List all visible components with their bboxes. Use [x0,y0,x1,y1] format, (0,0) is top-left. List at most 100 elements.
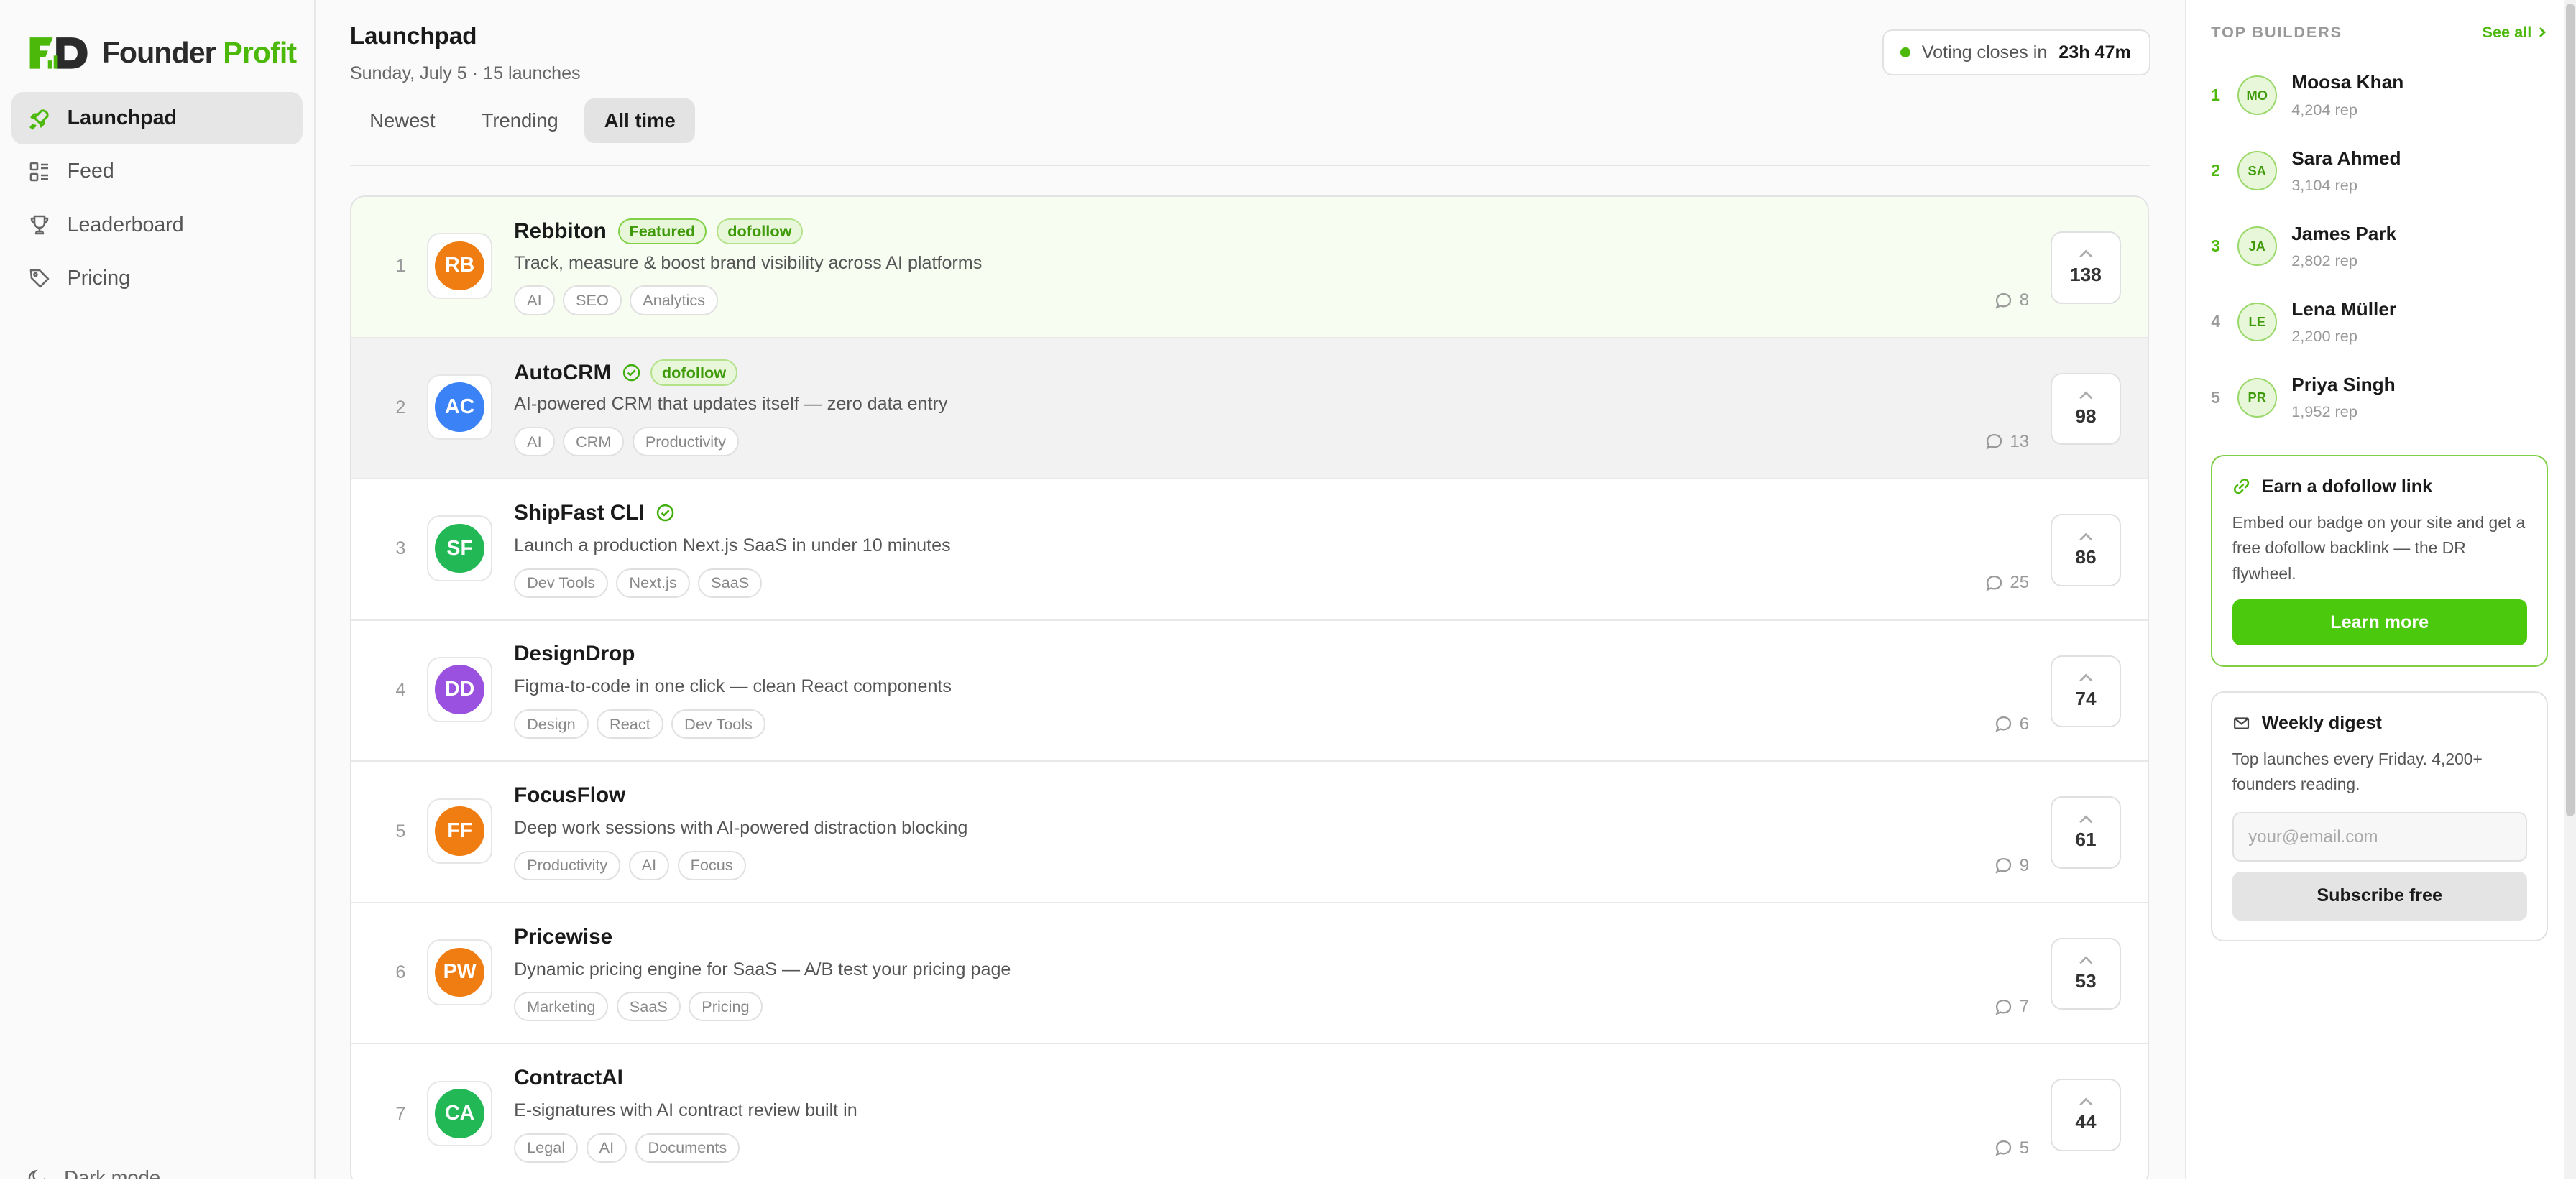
product-tag[interactable]: React [597,709,663,739]
product-name[interactable]: ShipFast CLI [514,501,645,525]
header-divider [349,164,2150,166]
product-row[interactable]: 1 RB Rebbiton Featured dofollow Track, mea… [351,196,2148,338]
builder-item[interactable]: 5 PR Priya Singh 1,952 rep [2211,360,2548,435]
tab-all-time[interactable]: All time [584,98,696,143]
dark-mode-toggle[interactable]: Dark mode [27,1166,160,1180]
tab-trending[interactable]: Trending [461,98,578,143]
sidebar: Founder Profit Launchpad Feed Leaderboar… [0,0,316,1180]
sidebar-item-leaderboard[interactable]: Leaderboard [12,199,303,252]
product-name[interactable]: AutoCRM [514,361,611,385]
sidebar-item-label: Leaderboard [67,213,184,236]
product-logo[interactable]: SF [426,515,493,581]
email-input[interactable] [2232,812,2527,862]
product-tag[interactable]: AI [628,850,670,880]
product-name[interactable]: Rebbiton [514,219,607,244]
product-tag[interactable]: AI [514,426,555,457]
builder-name[interactable]: Sara Ahmed [2291,147,2401,170]
builder-rank: 2 [2211,161,2220,180]
upvote-button[interactable]: 61 [2050,796,2122,869]
product-row[interactable]: 6 PW Pricewise Dynamic pricing engine fo… [351,903,2148,1045]
scrollbar-thumb[interactable] [2566,3,2575,816]
comments-count[interactable]: 25 [1985,573,2029,593]
comments-count[interactable]: 13 [1985,432,2029,452]
builder-name[interactable]: James Park [2291,223,2396,245]
product-name[interactable]: ContractAI [514,1066,623,1090]
product-tag[interactable]: AI [514,285,555,315]
product-tag[interactable]: Focus [677,850,746,880]
sidebar-item-pricing[interactable]: Pricing [12,252,303,305]
builder-item[interactable]: 4 LE Lena Müller 2,200 rep [2211,284,2548,359]
product-tag[interactable]: SaaS [616,992,681,1022]
comments-count[interactable]: 9 [1995,856,2029,876]
builder-info: Moosa Khan 4,204 rep [2291,71,2404,119]
builder-item[interactable]: 3 JA James Park 2,802 rep [2211,208,2548,284]
product-row[interactable]: 3 SF ShipFast CLI Launch a production Ne… [351,479,2148,621]
product-tag[interactable]: Design [514,709,589,739]
builder-item[interactable]: 2 SA Sara Ahmed 3,104 rep [2211,133,2548,208]
page-scrollbar[interactable] [2564,0,2576,1180]
product-tag[interactable]: AI [586,1133,627,1163]
product-row[interactable]: 4 DD DesignDrop Figma-to-code in one cli… [351,620,2148,762]
comment-icon [1986,575,2002,591]
product-tag[interactable]: CRM [563,426,625,457]
product-tag[interactable]: Productivity [514,850,621,880]
see-all-link[interactable]: See all [2483,23,2549,42]
comments-count[interactable]: 5 [1995,1138,2029,1158]
comments-number: 8 [2019,290,2030,310]
voting-countdown: Voting closes in 23h 47m [1882,29,2150,76]
product-tag[interactable]: Dev Tools [671,709,766,739]
builder-name[interactable]: Priya Singh [2291,374,2396,396]
product-tag[interactable]: Dev Tools [514,568,608,598]
builder-rep: 1,952 rep [2291,402,2358,421]
upvote-button[interactable]: 44 [2050,1079,2122,1151]
sidebar-item-label: Launchpad [67,106,177,130]
comments-count[interactable]: 7 [1995,997,2029,1017]
product-row[interactable]: 7 CA ContractAI E-signatures with AI con… [351,1044,2148,1180]
product-logo[interactable]: AC [426,374,493,441]
product-name[interactable]: FocusFlow [514,783,625,808]
builder-name[interactable]: Moosa Khan [2291,71,2404,93]
product-tag[interactable]: Documents [635,1133,740,1163]
product-tag[interactable]: Next.js [616,568,690,598]
subscribe-button[interactable]: Subscribe free [2232,871,2527,921]
product-logo[interactable]: PW [426,939,493,1005]
dofollow-badge: dofollow [650,359,737,386]
product-tag[interactable]: Marketing [514,992,609,1022]
vote-count: 86 [2075,546,2097,568]
upvote-button[interactable]: 86 [2050,514,2122,586]
product-tag[interactable]: Productivity [632,426,739,457]
product-tag[interactable]: Analytics [630,285,719,315]
product-logo[interactable]: RB [426,233,493,299]
product-tag[interactable]: Pricing [689,992,763,1022]
builder-name[interactable]: Lena Müller [2291,298,2396,321]
builder-info: James Park 2,802 rep [2291,223,2396,270]
upvote-button[interactable]: 138 [2050,231,2122,304]
sidebar-item-feed[interactable]: Feed [12,145,303,198]
product-logo[interactable]: CA [426,1080,493,1147]
upvote-button[interactable]: 74 [2050,655,2122,728]
product-row[interactable]: 2 AC AutoCRM dofollow AI-powered CRM that… [351,338,2148,480]
mail-icon [2233,717,2249,729]
product-tags: AI CRM Productivity [514,426,739,457]
builder-item[interactable]: 1 MO Moosa Khan 4,204 rep [2211,57,2548,133]
comments-count[interactable]: 6 [1995,714,2029,734]
product-name[interactable]: Pricewise [514,925,612,949]
upvote-button[interactable]: 53 [2050,937,2122,1010]
product-name[interactable]: DesignDrop [514,642,635,666]
product-tag[interactable]: SEO [563,285,622,315]
sidebar-item-launchpad[interactable]: Launchpad [11,91,303,145]
top-builders-header: TOP BUILDERS See all [2211,23,2548,42]
product-avatar: SF [435,523,484,573]
product-tag[interactable]: SaaS [698,568,763,598]
tab-newest[interactable]: Newest [350,98,455,143]
product-logo[interactable]: FF [426,798,493,864]
builder-avatar: MO [2237,75,2277,115]
learn-more-button[interactable]: Learn more [2232,599,2527,646]
sidebar-item-label: Feed [67,160,114,183]
product-row[interactable]: 5 FF FocusFlow Deep work sessions with A… [351,762,2148,903]
comments-count[interactable]: 8 [1995,290,2029,310]
logo[interactable]: Founder Profit [0,0,314,82]
product-tag[interactable]: Legal [514,1133,579,1163]
product-logo[interactable]: DD [426,656,493,723]
upvote-button[interactable]: 98 [2050,372,2122,446]
